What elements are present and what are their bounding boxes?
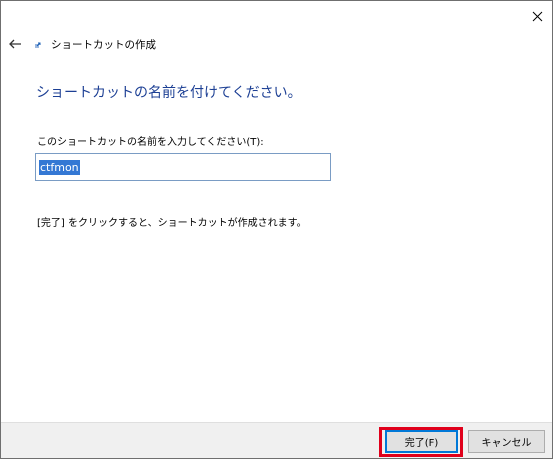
shortcut-name-label: このショートカットの名前を入力してください(T): (37, 137, 264, 148)
shortcut-wizard-window: ショートカットの作成 ショートカットの名前を付けてください。 このショートカット… (0, 0, 553, 459)
shortcut-name-input[interactable]: ctfmon (35, 153, 331, 181)
finish-button[interactable]: 完了(F) (385, 430, 458, 453)
shortcut-name-value: ctfmon (39, 159, 80, 175)
arrow-left-icon (9, 39, 21, 49)
cancel-button[interactable]: キャンセル (468, 430, 545, 453)
close-icon (532, 11, 542, 21)
wizard-title: ショートカットの作成 (51, 39, 156, 51)
close-button[interactable] (522, 1, 552, 31)
info-text: [完了] をクリックすると、ショートカットが作成されます。 (37, 218, 307, 229)
page-heading: ショートカットの名前を付けてください。 (36, 85, 302, 101)
back-button[interactable] (6, 37, 24, 51)
shortcut-icon (35, 42, 41, 48)
